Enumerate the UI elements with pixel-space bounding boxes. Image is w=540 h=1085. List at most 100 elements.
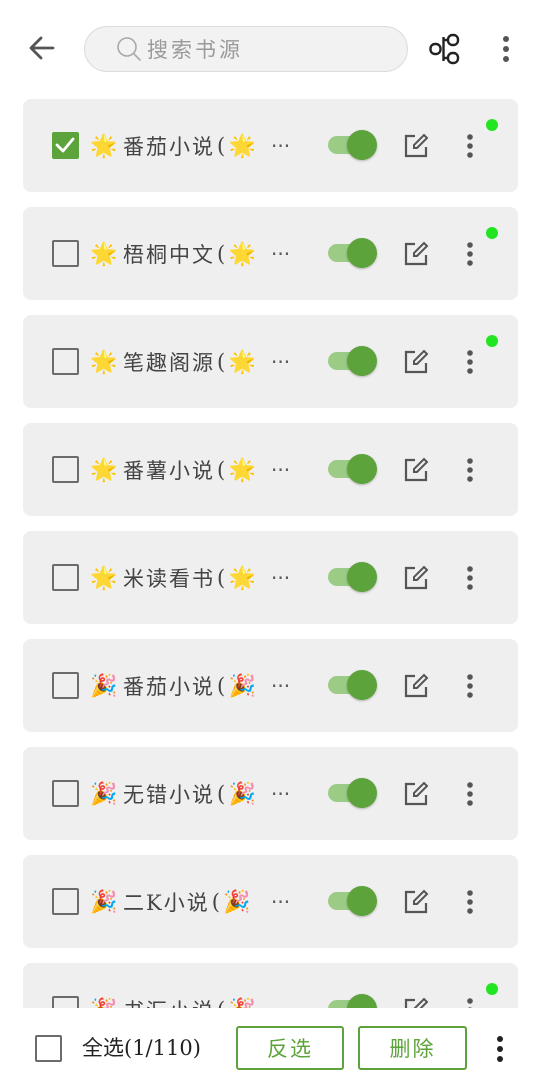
search-placeholder: 搜索书源 [147,38,243,62]
source-checkbox[interactable] [52,456,79,483]
source-checkbox[interactable] [52,348,79,375]
source-enable-switch[interactable] [328,346,377,376]
switch-thumb [347,994,377,1008]
edit-source-button[interactable] [401,563,431,593]
back-button[interactable] [24,30,60,66]
source-name-label: 番茄小说 [123,135,215,159]
switch-thumb [347,670,377,700]
switch-thumb [347,454,377,484]
source-emoji-secondary: 🌟 [228,241,256,267]
source-name-paren: ( [217,782,228,806]
status-dot [486,119,498,131]
source-item[interactable]: 🌟 番薯小说 ( 🌟 ··· [23,423,518,516]
more-vertical-icon [467,566,473,590]
top-app-bar: 搜索书源 [0,0,540,96]
edit-source-button[interactable] [401,995,431,1008]
source-enable-switch[interactable] [328,238,377,268]
source-name: 🌟 番茄小说 ( 🌟 [89,129,299,163]
edit-source-button[interactable] [401,347,431,377]
source-checkbox[interactable] [52,996,79,1008]
source-checkbox[interactable] [52,672,79,699]
source-enable-switch[interactable] [328,778,377,808]
source-more-button[interactable] [459,779,481,809]
more-vertical-icon [467,350,473,374]
source-item[interactable]: 🎉 书汇小说 ( 🎉 ··· [23,963,518,1008]
more-vertical-icon [467,890,473,914]
source-more-button[interactable] [459,887,481,917]
source-emoji: 🎉 [89,998,119,1009]
delete-button[interactable]: 删除 [358,1026,467,1070]
invert-selection-button[interactable]: 反选 [236,1026,344,1070]
bottom-action-bar: 全选(1/110) 反选 删除 [0,1008,540,1085]
source-item[interactable]: 🎉 无错小说 ( 🎉 ··· [23,747,518,840]
edit-icon [404,565,429,590]
select-all-checkbox[interactable] [35,1035,62,1062]
source-name-label: 笔趣阁源 [123,351,215,375]
source-emoji: 🎉 [90,673,118,699]
edit-icon [404,997,429,1008]
source-item[interactable]: 🎉 番茄小说 ( 🎉 ··· [23,639,518,732]
source-enable-switch[interactable] [328,994,377,1008]
arrow-left-icon [29,36,55,60]
source-enable-switch[interactable] [328,670,377,700]
edit-source-button[interactable] [401,671,431,701]
edit-icon [404,889,429,914]
source-enable-switch[interactable] [328,454,377,484]
source-name-label: 番茄小说 [123,675,215,699]
source-more-button[interactable] [459,347,481,377]
source-name-paren: ( [211,890,222,914]
source-name-paren: ( [217,458,228,482]
source-item[interactable]: 🌟 梧桐中文 ( 🌟 ··· [23,207,518,300]
source-item[interactable]: 🌟 米读看书 ( 🌟 ··· [23,531,518,624]
source-emoji: 🌟 [90,349,118,375]
source-emoji: 🌟 [90,565,118,591]
group-icon [429,33,460,65]
more-vertical-icon [467,242,473,266]
source-checkbox[interactable] [52,888,79,915]
source-emoji-secondary: 🌟 [228,457,256,483]
source-enable-switch[interactable] [328,130,377,160]
source-more-button[interactable] [459,239,481,269]
source-name-label: 番薯小说 [123,459,215,483]
source-more-button[interactable] [459,131,481,161]
source-more-button[interactable] [459,455,481,485]
overflow-menu-button[interactable] [494,32,518,66]
source-list[interactable]: 🌟 番茄小说 ( 🌟 ··· 🌟 梧桐中文 (🌟 ··· 🌟 笔趣阁源 (🌟… [0,96,540,1008]
bottom-more-button[interactable] [490,1032,510,1066]
source-more-button[interactable] [459,995,481,1008]
source-name-paren: ( [217,998,227,1008]
source-more-button[interactable] [459,563,481,593]
search-input[interactable]: 搜索书源 [84,26,408,72]
more-vertical-icon [467,782,473,806]
source-more-button[interactable] [459,671,481,701]
source-item[interactable]: 🌟 笔趣阁源 ( 🌟 ··· [23,315,518,408]
source-enable-switch[interactable] [328,886,377,916]
more-vertical-icon [467,458,473,482]
select-all-label[interactable]: 全选(1/110) [82,1032,201,1064]
source-emoji-secondary: 🌟 [228,565,256,591]
edit-source-button[interactable] [401,887,431,917]
edit-source-button[interactable] [401,455,431,485]
check-icon [55,137,75,153]
source-checkbox[interactable] [52,780,79,807]
switch-thumb [347,886,377,916]
group-filter-button[interactable] [428,32,462,66]
source-name-label: 梧桐中文 [123,243,215,267]
source-emoji-secondary: 🎉 [228,673,256,699]
edit-source-button[interactable] [401,131,431,161]
source-name-paren: ( [217,566,228,590]
source-emoji-secondary: 🎉 [227,998,257,1009]
source-checkbox[interactable] [52,132,79,159]
source-name: 🌟 米读看书 ( 🌟 [89,561,299,595]
source-item[interactable]: 🎉 二K小说 ( 🎉 ··· [23,855,518,948]
source-name-paren: ( [217,134,228,158]
source-checkbox[interactable] [52,240,79,267]
edit-source-button[interactable] [401,779,431,809]
more-vertical-icon [467,134,473,158]
switch-thumb [347,346,377,376]
source-name: 🎉 番茄小说 ( 🎉 [89,669,299,703]
edit-source-button[interactable] [401,239,431,269]
source-item[interactable]: 🌟 番茄小说 ( 🌟 ··· [23,99,518,192]
source-checkbox[interactable] [52,564,79,591]
source-enable-switch[interactable] [328,562,377,592]
